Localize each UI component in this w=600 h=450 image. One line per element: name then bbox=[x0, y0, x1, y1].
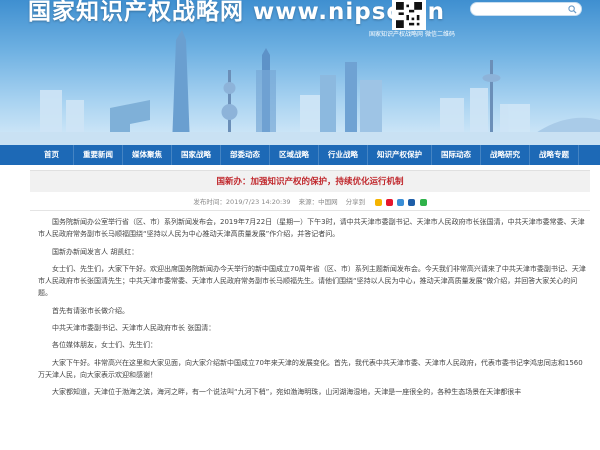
paragraph: 中共天津市委副书记、天津市人民政府市长 张国清： bbox=[52, 324, 216, 333]
search-icon[interactable] bbox=[568, 5, 577, 14]
publish-time: 发布时间：2019/7/23 14:20:39 bbox=[193, 198, 291, 206]
paragraph: 国新办新闻发言人 胡凯红： bbox=[52, 247, 139, 256]
nav-item-national-strategy[interactable]: 国家战略 bbox=[172, 145, 221, 165]
paragraph: 大家下午好。非常高兴在这里和大家见面，向大家介绍新中国成立70年来天津的发展变化… bbox=[38, 358, 583, 379]
qr-code-icon bbox=[392, 0, 426, 30]
nav-item-ministry-news[interactable]: 部委动态 bbox=[221, 145, 270, 165]
article-source: 来源：中国网 bbox=[298, 198, 338, 206]
search-input[interactable] bbox=[470, 2, 582, 16]
share-icons bbox=[373, 196, 427, 208]
nav-item-strategy-research[interactable]: 战略研究 bbox=[481, 145, 530, 165]
paragraph: 女士们、先生们，大家下午好。欢迎出席国务院新闻办今天举行的新中国成立70周年省（… bbox=[38, 264, 586, 298]
header-banner: 国家知识产权战略网 www.nipso.cn 国家知识产权战略网 微信二维码 bbox=[0, 0, 600, 145]
site-logo[interactable]: 国家知识产权战略网 www.nipso.cn bbox=[28, 0, 445, 26]
nav-item-media-focus[interactable]: 媒体聚焦 bbox=[123, 145, 172, 165]
paragraph: 首先有请张市长做介绍。 bbox=[52, 306, 129, 315]
share-qzone-icon[interactable] bbox=[375, 198, 383, 206]
article-meta: 发布时间：2019/7/23 14:20:39 来源：中国网 分享到 bbox=[30, 196, 590, 208]
qr-caption: 国家知识产权战略网 微信二维码 bbox=[369, 31, 455, 38]
paragraph: 国务院新闻办公室举行省（区、市）系列新闻发布会，2019年7月22日（星期一）下… bbox=[38, 218, 585, 239]
share-weibo-icon[interactable] bbox=[386, 198, 394, 206]
share-renren-icon[interactable] bbox=[408, 198, 416, 206]
share-tencent-icon[interactable] bbox=[397, 198, 405, 206]
article-title: 国新办：加强知识产权的保护，持续优化运行机制 bbox=[30, 170, 590, 192]
divider bbox=[30, 210, 590, 211]
share-label: 分享到 bbox=[345, 198, 366, 206]
nav-item-ip-protection[interactable]: 知识产权保护 bbox=[368, 145, 432, 165]
nav-item-strategy-topics[interactable]: 战略专题 bbox=[530, 145, 579, 165]
article: 国新办：加强知识产权的保护，持续优化运行机制 发布时间：2019/7/23 14… bbox=[30, 170, 590, 450]
main-nav: 首页 重要新闻 媒体聚焦 国家战略 部委动态 区域战略 行业战略 知识产权保护 … bbox=[0, 145, 600, 165]
paragraph: 大家都知道，天津位于渤海之滨，海河之畔，有一个说法叫“九河下梢”，宛如渤海明珠，… bbox=[52, 388, 522, 397]
nav-item-home[interactable]: 首页 bbox=[30, 145, 74, 165]
paragraph: 各位媒体朋友，女士们、先生们： bbox=[52, 341, 157, 350]
share-wechat-icon[interactable] bbox=[419, 198, 427, 206]
article-body: 国务院新闻办公室举行省（区、市）系列新闻发布会，2019年7月22日（星期一）下… bbox=[38, 216, 586, 404]
nav-item-important-news[interactable]: 重要新闻 bbox=[74, 145, 123, 165]
nav-item-international-news[interactable]: 国际动态 bbox=[432, 145, 481, 165]
nav-item-industry-strategy[interactable]: 行业战略 bbox=[319, 145, 368, 165]
nav-item-regional-strategy[interactable]: 区域战略 bbox=[270, 145, 319, 165]
